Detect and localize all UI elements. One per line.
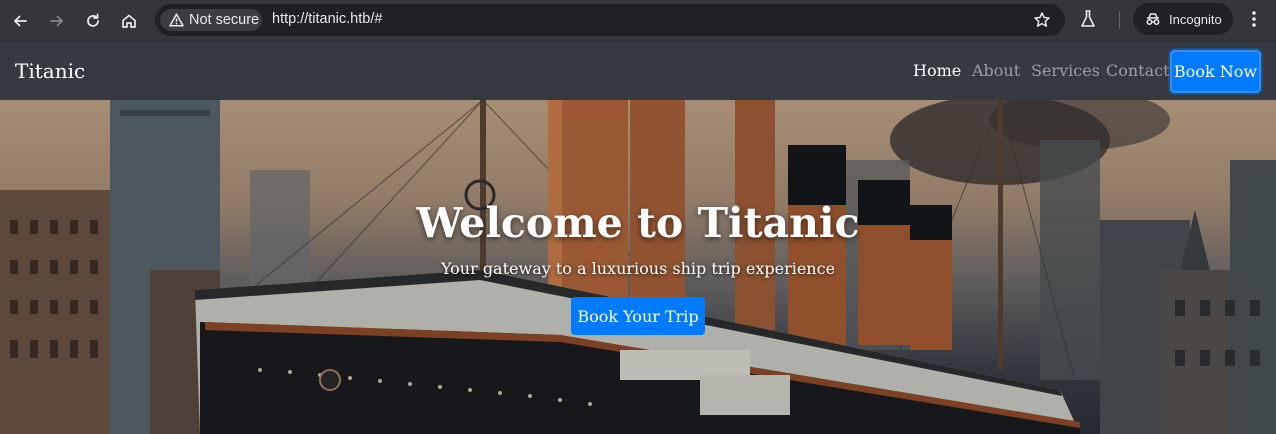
hero-section: Welcome to Titanic Your gateway to a lux…	[0, 100, 1276, 434]
nav-link-services[interactable]: Services	[1031, 61, 1100, 80]
nav-link-about[interactable]: About	[972, 61, 1020, 80]
home-icon[interactable]	[114, 6, 144, 36]
book-your-trip-button[interactable]: Book Your Trip	[571, 297, 705, 335]
labs-icon[interactable]	[1079, 9, 1097, 34]
site-brand[interactable]: Titanic	[15, 59, 85, 83]
star-icon[interactable]	[1033, 11, 1051, 34]
reload-icon[interactable]	[78, 6, 108, 36]
security-chip[interactable]: Not secure	[160, 9, 262, 31]
toolbar-divider	[1119, 11, 1120, 29]
incognito-icon	[1146, 13, 1160, 25]
browser-toolbar: Not secure http://titanic.htb/# Incognit…	[0, 0, 1276, 42]
site-navbar: Titanic Home About Services Contact Book…	[0, 42, 1276, 100]
book-now-button[interactable]: Book Now	[1170, 50, 1261, 93]
incognito-label: Incognito	[1169, 11, 1222, 27]
nav-link-home[interactable]: Home	[913, 61, 961, 80]
menu-icon[interactable]	[1247, 9, 1261, 34]
hero-subtitle: Your gateway to a luxurious ship trip ex…	[440, 259, 836, 278]
address-bar[interactable]: Not secure http://titanic.htb/#	[155, 4, 1065, 36]
hero-title: Welcome to Titanic	[416, 199, 860, 247]
warning-icon	[169, 13, 184, 27]
nav-link-contact[interactable]: Contact	[1106, 61, 1170, 80]
security-label: Not secure	[189, 12, 260, 28]
forward-icon[interactable]	[42, 6, 72, 36]
url-text[interactable]: http://titanic.htb/#	[272, 11, 382, 27]
back-icon[interactable]	[5, 6, 35, 36]
incognito-chip[interactable]: Incognito	[1133, 3, 1233, 35]
